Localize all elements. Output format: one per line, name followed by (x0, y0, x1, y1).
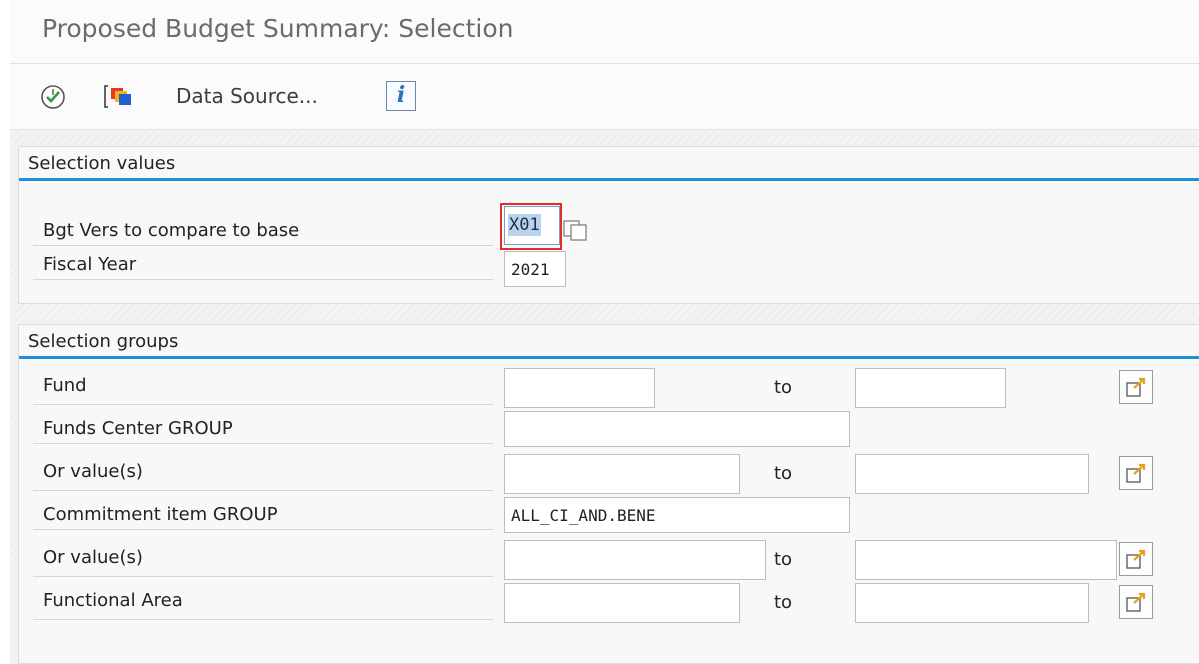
commitment-item-group-input[interactable]: ALL_CI_AND.BENE (504, 497, 850, 533)
functional-area-row: Functional Area (33, 580, 493, 620)
fiscal-year-label: Fiscal Year (43, 254, 137, 275)
multiple-selection-icon (1126, 592, 1146, 612)
commitment-item-multiple-selection-button[interactable] (1119, 542, 1153, 576)
selection-values-group: Selection values Bgt Vers to compare to … (18, 146, 1199, 304)
funds-center-values-label: Or value(s) (43, 461, 143, 482)
commitment-item-group-label: Commitment item GROUP (43, 504, 278, 525)
fiscal-year-input[interactable]: 2021 (504, 251, 566, 287)
selection-groups-header: Selection groups (19, 325, 1199, 359)
commitment-item-values-label: Or value(s) (43, 547, 143, 568)
bgt-version-row: Bgt Vers to compare to base (33, 213, 493, 246)
functional-area-to-input[interactable] (855, 583, 1089, 623)
bgt-version-label: Bgt Vers to compare to base (43, 220, 300, 241)
commitment-item-values-row: Or value(s) (33, 537, 493, 577)
commitment-item-to-label: to (774, 549, 793, 570)
value-help-icon[interactable] (563, 218, 589, 242)
commitment-item-from-input[interactable] (504, 540, 766, 580)
toolbar: Data Source... i (10, 64, 1199, 130)
page-title: Proposed Budget Summary: Selection (42, 14, 514, 43)
functional-area-from-input[interactable] (504, 583, 740, 623)
title-bar: Proposed Budget Summary: Selection (10, 0, 1199, 64)
commitment-item-to-input[interactable] (855, 540, 1117, 580)
fund-label: Fund (43, 375, 87, 396)
commitment-item-group-row: Commitment item GROUP (33, 497, 493, 530)
main-content: Selection values Bgt Vers to compare to … (10, 130, 1199, 664)
fund-from-input[interactable] (504, 368, 655, 408)
multiple-selection-icon (1126, 549, 1146, 569)
funds-center-group-input[interactable] (504, 411, 850, 447)
data-source-button[interactable]: Data Source... (176, 84, 318, 108)
fund-row: Fund (33, 365, 493, 405)
funds-center-multiple-selection-button[interactable] (1119, 456, 1153, 490)
funds-center-from-input[interactable] (504, 454, 740, 494)
fund-to-input[interactable] (855, 368, 1006, 408)
fund-multiple-selection-button[interactable] (1119, 370, 1153, 404)
bgt-version-value: X01 (508, 214, 541, 236)
functional-area-multiple-selection-button[interactable] (1119, 585, 1153, 619)
functional-area-to-label: to (774, 592, 793, 613)
funds-center-to-label: to (774, 463, 793, 484)
fund-to-label: to (774, 377, 793, 398)
multiple-selection-icon (1126, 463, 1146, 483)
functional-area-label: Functional Area (43, 590, 183, 611)
info-button[interactable]: i (386, 81, 416, 111)
bgt-version-input[interactable]: X01 (504, 206, 560, 245)
funds-center-group-label: Funds Center GROUP (43, 418, 233, 439)
selection-groups-group: Selection groups Fund to Funds Center GR… (18, 324, 1199, 664)
funds-center-group-row: Funds Center GROUP (33, 411, 493, 444)
get-variant-icon[interactable] (103, 82, 133, 110)
selection-values-header: Selection values (19, 147, 1199, 181)
funds-center-values-row: Or value(s) (33, 451, 493, 491)
fiscal-year-row: Fiscal Year (33, 247, 493, 280)
multiple-selection-icon (1126, 377, 1146, 397)
execute-clock-icon[interactable] (40, 84, 66, 110)
funds-center-to-input[interactable] (855, 454, 1089, 494)
